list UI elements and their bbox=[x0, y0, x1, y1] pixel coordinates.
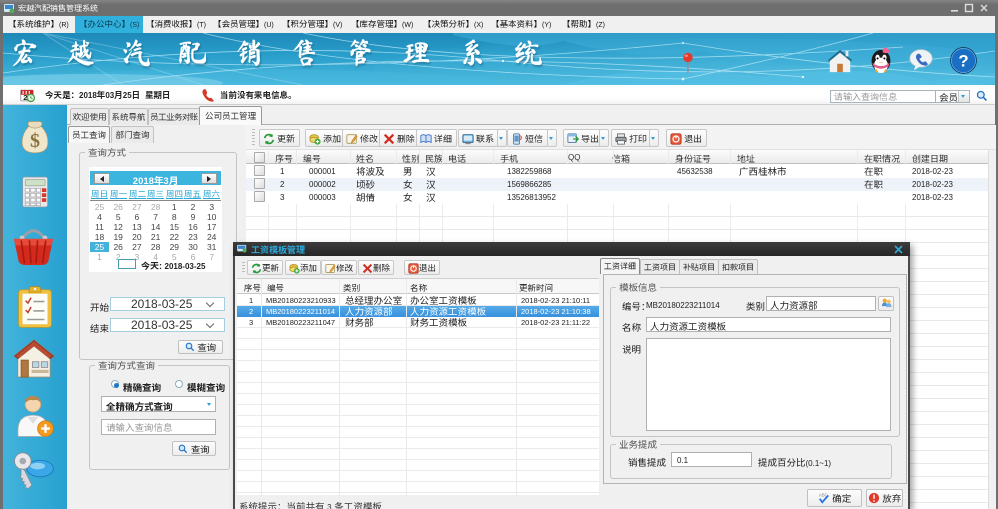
svg-text:?: ? bbox=[958, 52, 968, 71]
svg-text:$: $ bbox=[30, 130, 40, 152]
